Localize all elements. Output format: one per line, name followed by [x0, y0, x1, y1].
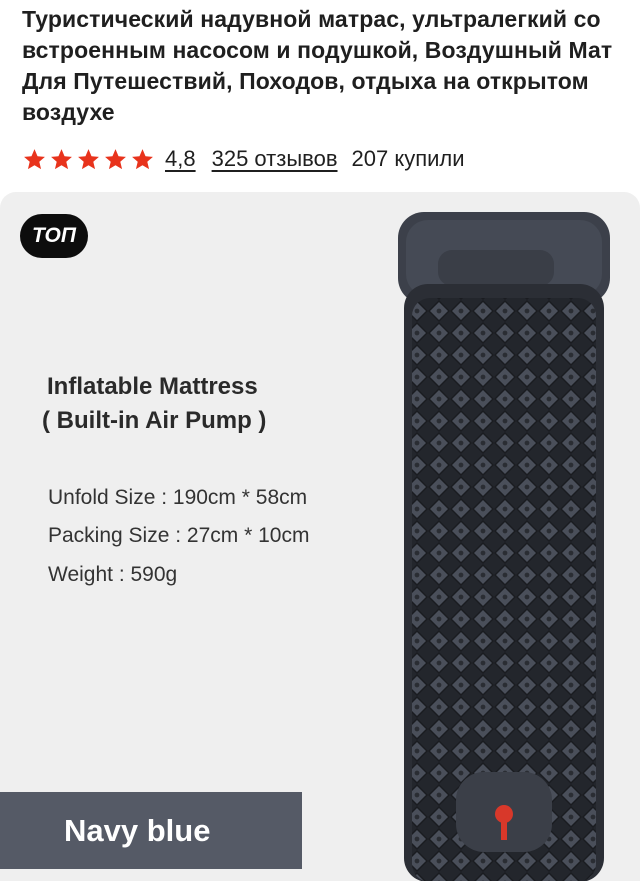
product-image[interactable]: ТОП Inflatable Mattress ( Built-in Air P…	[0, 192, 640, 881]
star-icon	[24, 148, 45, 169]
star-icon	[51, 148, 72, 169]
color-variant-label: Navy blue	[0, 792, 302, 869]
reviews-link[interactable]: 325 отзывов	[212, 146, 338, 172]
rating-value[interactable]: 4,8	[165, 146, 196, 172]
rating-row: 4,8 325 отзывов 207 купили	[22, 143, 465, 175]
image-heading: Inflatable Mattress	[47, 373, 258, 400]
star-icon	[78, 148, 99, 169]
spec-packing-size: Packing Size : 27cm * 10cm	[48, 524, 310, 547]
mattress-illustration	[398, 212, 610, 881]
product-title: Туристический надувной матрас, ультралег…	[22, 6, 613, 125]
spec-weight: Weight : 590g	[48, 563, 178, 586]
rating-stars	[22, 147, 155, 172]
top-badge: ТОП	[20, 214, 88, 258]
spec-unfold-size: Unfold Size : 190cm * 58cm	[48, 486, 308, 509]
bought-count: 207 купили	[351, 146, 465, 171]
image-subheading: ( Built-in Air Pump )	[42, 407, 267, 434]
star-icon	[105, 148, 126, 169]
star-icon	[132, 148, 153, 169]
